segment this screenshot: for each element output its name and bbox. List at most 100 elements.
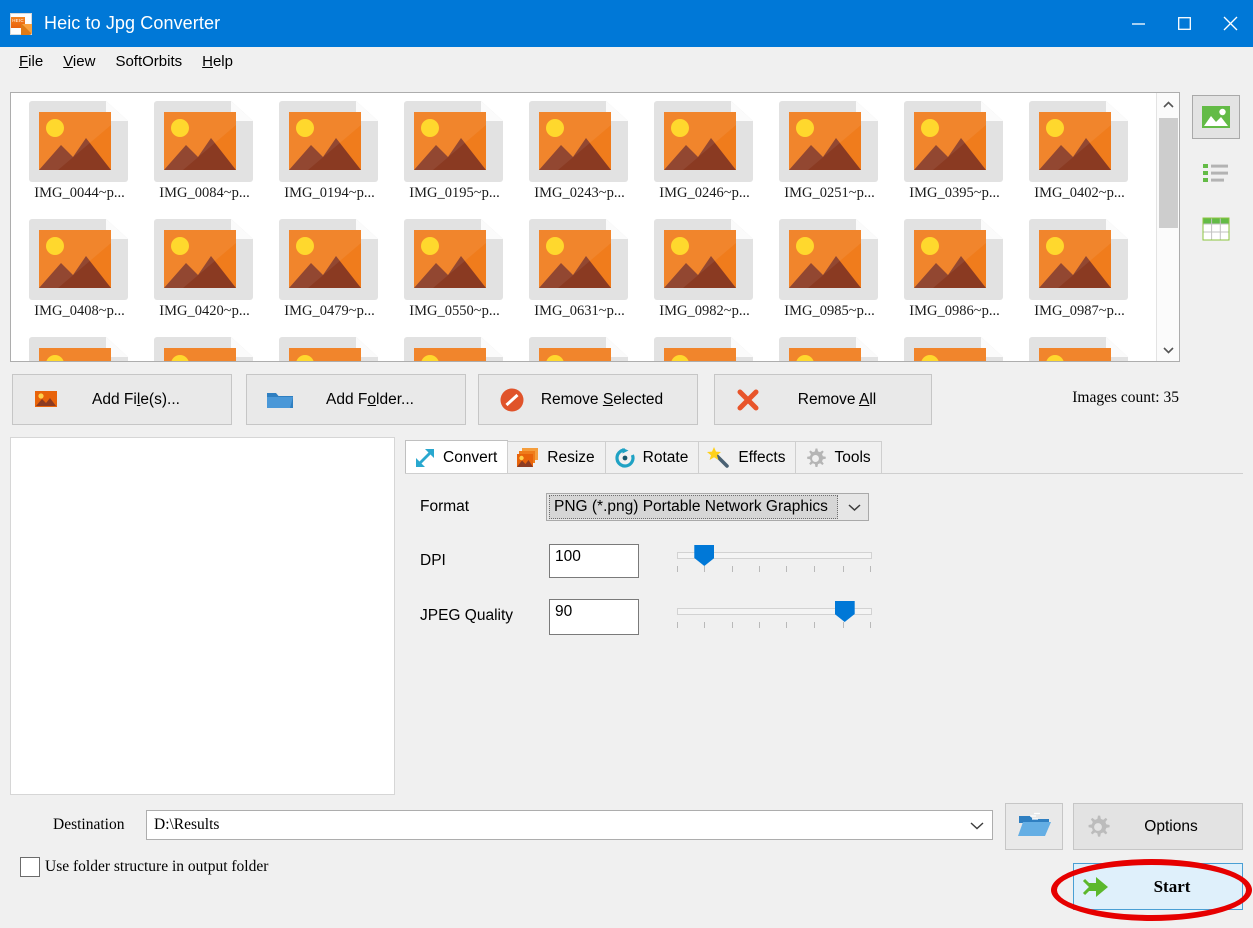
images-count-label: Images count: 35 xyxy=(1072,389,1179,407)
image-thumbnail-icon xyxy=(403,99,507,183)
thumbnail-grid[interactable]: IMG_0044~p...IMG_0084~p...IMG_0194~p...I… xyxy=(11,93,1156,362)
list-item[interactable] xyxy=(17,335,142,362)
format-combobox[interactable]: PNG (*.png) Portable Network Graphics xyxy=(546,493,869,521)
list-item[interactable]: IMG_0243~p... xyxy=(517,99,642,217)
image-thumbnail-icon xyxy=(778,217,882,301)
image-thumbnail-icon xyxy=(1028,99,1132,183)
list-item[interactable]: IMG_0420~p... xyxy=(142,217,267,335)
image-thumbnail-icon xyxy=(653,217,757,301)
image-thumbnail-icon xyxy=(278,335,382,362)
dpi-slider[interactable] xyxy=(677,542,872,576)
image-thumbnail-icon xyxy=(278,217,382,301)
format-value: PNG (*.png) Portable Network Graphics xyxy=(549,495,838,519)
list-item[interactable]: IMG_0985~p... xyxy=(767,217,892,335)
add-files-button[interactable]: Add File(s)... xyxy=(12,374,232,425)
start-button[interactable]: Start xyxy=(1073,863,1243,910)
image-thumbnail-icon xyxy=(1028,217,1132,301)
list-item[interactable]: IMG_0251~p... xyxy=(767,99,892,217)
list-item-label: IMG_0395~p... xyxy=(909,185,999,202)
list-item[interactable] xyxy=(767,335,892,362)
jpeg-quality-slider[interactable] xyxy=(677,598,872,632)
list-item[interactable] xyxy=(267,335,392,362)
tab-tools[interactable]: Tools xyxy=(795,441,881,474)
list-item[interactable]: IMG_0987~p... xyxy=(1017,217,1142,335)
tab-convert[interactable]: Convert xyxy=(405,440,508,474)
list-item[interactable]: IMG_0195~p... xyxy=(392,99,517,217)
list-item[interactable]: IMG_0194~p... xyxy=(267,99,392,217)
list-item-label: IMG_0631~p... xyxy=(534,303,624,320)
list-item[interactable]: IMG_0982~p... xyxy=(642,217,767,335)
list-item[interactable] xyxy=(642,335,767,362)
list-item[interactable]: IMG_0408~p... xyxy=(17,217,142,335)
menu-softorbits[interactable]: SoftOrbits xyxy=(105,51,192,72)
close-button[interactable] xyxy=(1207,0,1253,47)
list-item[interactable] xyxy=(517,335,642,362)
scrollbar-thumb[interactable] xyxy=(1159,118,1178,228)
list-item[interactable] xyxy=(392,335,517,362)
browse-folder-button[interactable] xyxy=(1005,803,1063,850)
use-folder-structure-checkbox[interactable]: Use folder structure in output folder xyxy=(20,857,268,877)
remove-all-button[interactable]: Remove All xyxy=(714,374,932,425)
list-item[interactable] xyxy=(1017,335,1142,362)
thumbnail-view-button[interactable] xyxy=(1192,95,1240,139)
list-item-label: IMG_0420~p... xyxy=(159,303,249,320)
remove-selected-button[interactable]: Remove Selected xyxy=(478,374,698,425)
scroll-up-button[interactable] xyxy=(1157,93,1180,116)
list-item[interactable]: IMG_0479~p... xyxy=(267,217,392,335)
add-file-icon xyxy=(25,390,67,410)
jpeg-quality-input[interactable]: 90 xyxy=(549,599,639,635)
image-thumbnail-icon xyxy=(153,99,257,183)
tab-rotate[interactable]: Rotate xyxy=(605,441,700,474)
list-item[interactable] xyxy=(142,335,267,362)
chevron-down-icon xyxy=(962,821,992,830)
add-folder-label: Add Folder... xyxy=(301,391,465,409)
dpi-slider-thumb[interactable] xyxy=(694,545,714,566)
list-item[interactable]: IMG_0084~p... xyxy=(142,99,267,217)
checkbox-box[interactable] xyxy=(20,857,40,877)
list-item[interactable]: IMG_0402~p... xyxy=(1017,99,1142,217)
list-item-label: IMG_0987~p... xyxy=(1034,303,1124,320)
menu-view[interactable]: View xyxy=(53,51,105,72)
remove-all-label: Remove All xyxy=(769,391,931,409)
details-view-button[interactable] xyxy=(1192,207,1240,251)
convert-panel: Format PNG (*.png) Portable Network Grap… xyxy=(405,473,1243,795)
tab-resize[interactable]: Resize xyxy=(507,441,605,474)
settings-tabs: Convert Resize Rotate xyxy=(405,440,1243,474)
options-button[interactable]: Options xyxy=(1073,803,1243,850)
tab-effects[interactable]: Effects xyxy=(698,441,796,474)
list-item[interactable]: IMG_0986~p... xyxy=(892,217,1017,335)
scroll-down-button[interactable] xyxy=(1157,338,1180,361)
image-thumbnail-icon xyxy=(1028,335,1132,362)
menu-bar: File View SoftOrbits Help xyxy=(0,47,1253,75)
status-bar xyxy=(0,922,1253,928)
list-view-button[interactable] xyxy=(1192,151,1240,195)
tab-rotate-label: Rotate xyxy=(643,449,689,467)
add-folder-button[interactable]: Add Folder... xyxy=(246,374,466,425)
image-thumbnail-icon xyxy=(903,217,1007,301)
maximize-button[interactable] xyxy=(1161,0,1207,47)
dpi-input[interactable]: 100 xyxy=(549,544,639,578)
image-list-scrollbar[interactable] xyxy=(1156,93,1179,361)
menu-help[interactable]: Help xyxy=(192,51,243,72)
jpeg-quality-slider-thumb[interactable] xyxy=(835,601,855,622)
image-thumbnail-icon xyxy=(153,217,257,301)
list-item[interactable]: IMG_0246~p... xyxy=(642,99,767,217)
image-list[interactable]: IMG_0044~p...IMG_0084~p...IMG_0194~p...I… xyxy=(10,92,1180,362)
resize-images-icon xyxy=(516,447,540,469)
list-item-label: IMG_0408~p... xyxy=(34,303,124,320)
destination-combobox[interactable]: D:\Results xyxy=(146,810,993,840)
list-item-label: IMG_0550~p... xyxy=(409,303,499,320)
jpeg-quality-slider-ticks xyxy=(677,622,872,630)
add-folder-icon xyxy=(259,389,301,411)
minimize-button[interactable] xyxy=(1115,0,1161,47)
window-title: Heic to Jpg Converter xyxy=(44,13,220,34)
menu-file[interactable]: File xyxy=(9,51,53,72)
preview-panel[interactable] xyxy=(10,437,395,795)
open-folder-icon xyxy=(1017,812,1051,842)
list-item[interactable]: IMG_0550~p... xyxy=(392,217,517,335)
list-item[interactable]: IMG_0631~p... xyxy=(517,217,642,335)
list-item[interactable] xyxy=(892,335,1017,362)
list-item[interactable]: IMG_0044~p... xyxy=(17,99,142,217)
list-item[interactable]: IMG_0395~p... xyxy=(892,99,1017,217)
options-label: Options xyxy=(1122,818,1242,836)
